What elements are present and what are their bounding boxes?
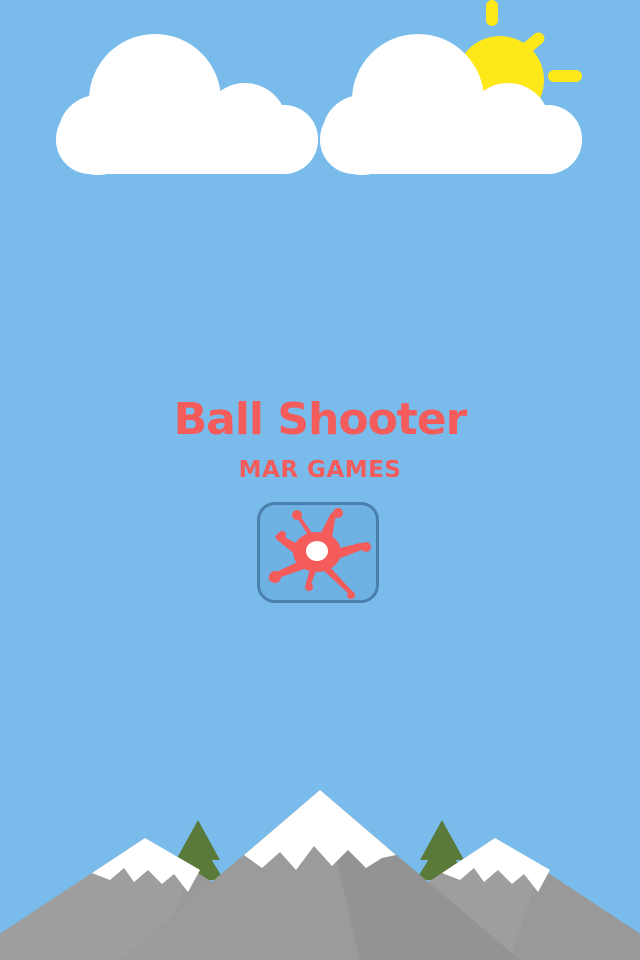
ground-scenery bbox=[0, 790, 640, 960]
game-screen: Ball Shooter MAR GAMES bbox=[0, 0, 640, 960]
